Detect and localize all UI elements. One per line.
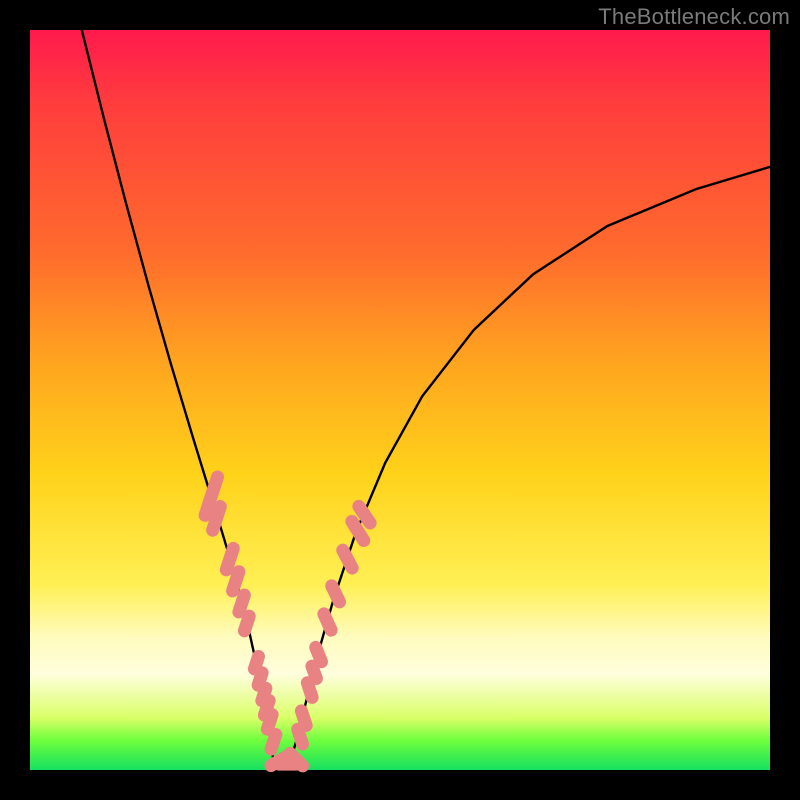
marker-point xyxy=(315,605,339,638)
marker-point xyxy=(334,541,361,576)
marker-point xyxy=(323,577,348,610)
marker-layer xyxy=(197,469,379,775)
chart-frame: TheBottleneck.com xyxy=(0,0,800,800)
plot-area xyxy=(30,30,770,770)
curve-right-curve xyxy=(289,167,770,766)
chart-svg xyxy=(30,30,770,770)
watermark-text: TheBottleneck.com xyxy=(598,4,790,30)
curve-layer xyxy=(82,30,770,766)
curve-left-curve xyxy=(82,30,274,766)
